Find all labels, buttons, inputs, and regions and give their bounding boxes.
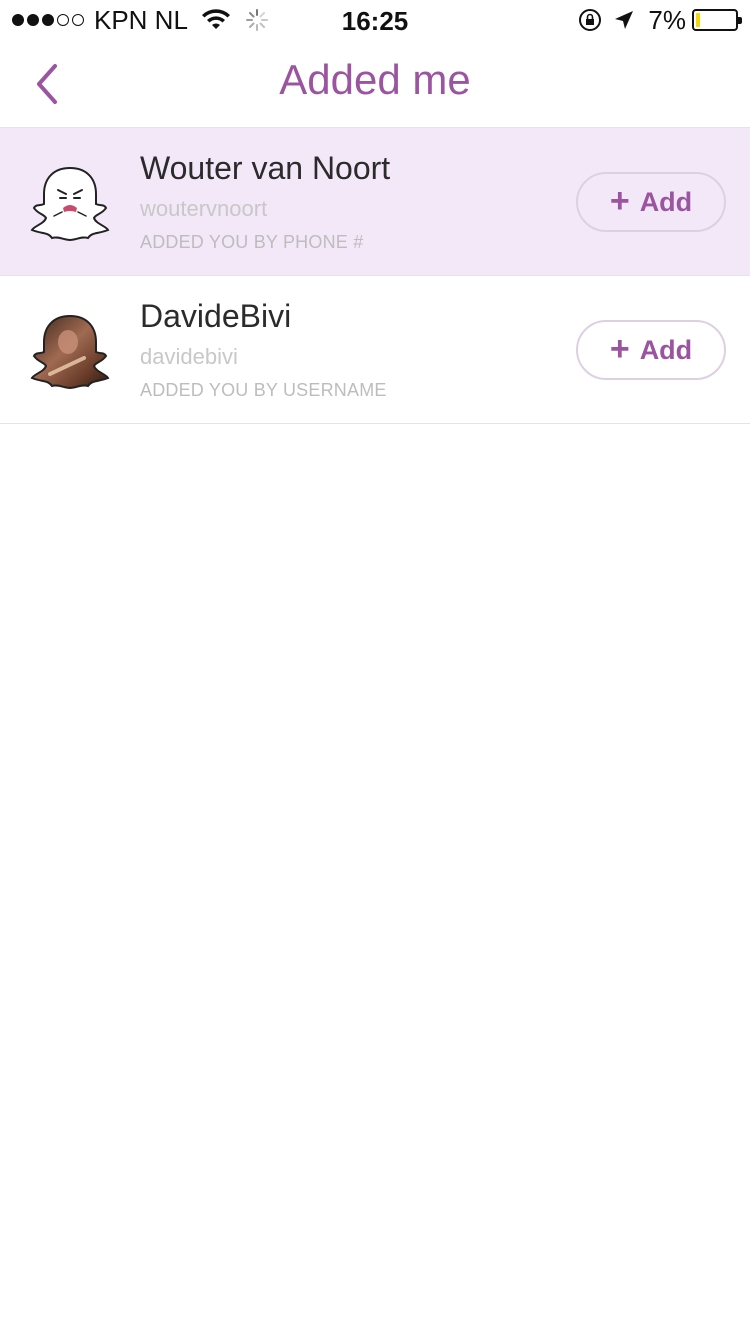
list-item[interactable]: Wouter van Noort woutervnoort ADDED YOU …	[0, 128, 750, 276]
added-me-list: Wouter van Noort woutervnoort ADDED YOU …	[0, 128, 750, 424]
rotation-lock-icon	[579, 9, 602, 31]
user-username: woutervnoort	[140, 196, 268, 221]
user-display-name: Wouter van Noort	[140, 150, 391, 186]
location-arrow-icon	[615, 11, 634, 29]
plus-icon: +	[609, 329, 630, 368]
added-by-method: ADDED YOU BY PHONE #	[140, 232, 364, 252]
add-friend-button[interactable]: + Add	[576, 320, 726, 380]
added-by-method: ADDED YOU BY USERNAME	[140, 380, 387, 400]
plus-icon: +	[609, 181, 630, 220]
add-friend-button[interactable]: + Add	[576, 172, 726, 232]
list-item[interactable]: DavideBivi davidebivi ADDED YOU BY USERN…	[0, 276, 750, 424]
navigation-bar: Added me	[0, 40, 750, 128]
photo-ghost-icon	[30, 314, 110, 390]
ghost-icon	[30, 166, 110, 242]
status-bar: KPN NL 16:25 7%	[0, 0, 750, 40]
page-title: Added me	[279, 56, 471, 103]
add-button-label: Add	[639, 186, 693, 217]
user-display-name: DavideBivi	[140, 298, 292, 334]
add-button-label: Add	[639, 334, 693, 365]
user-username: davidebivi	[140, 344, 238, 369]
battery-icon	[692, 9, 742, 31]
battery-percent: 7%	[648, 4, 686, 35]
